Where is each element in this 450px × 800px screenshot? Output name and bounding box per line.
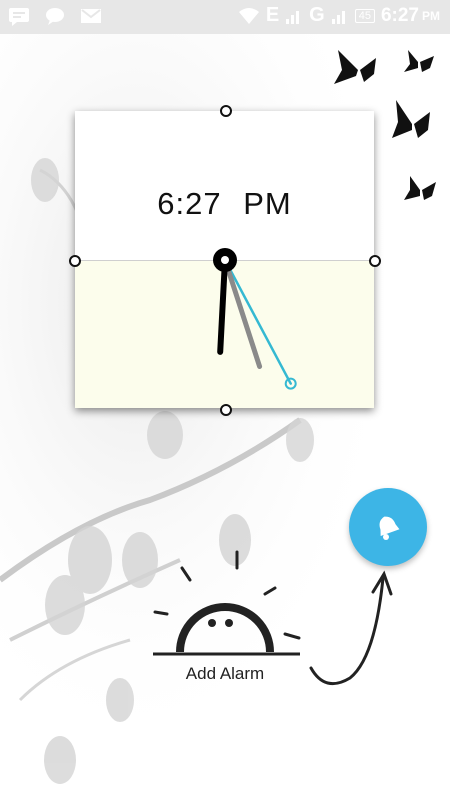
add-alarm-button[interactable] xyxy=(349,488,427,566)
status-time: 6:27 xyxy=(380,4,419,26)
chat-bubble-icon xyxy=(46,8,64,25)
bell-icon xyxy=(379,516,400,540)
butterfly-icon xyxy=(404,50,434,72)
butterfly-icon xyxy=(392,100,430,138)
system-status: E G 45 6:27 PM xyxy=(238,4,440,27)
notification-icons xyxy=(8,6,102,26)
signal-icon xyxy=(286,10,300,24)
clock-hands xyxy=(213,248,297,390)
add-alarm-label[interactable]: Add Alarm xyxy=(160,664,290,684)
network-type-g: G xyxy=(309,4,325,26)
sunrise-face-icon xyxy=(153,550,301,656)
network-type-e: E xyxy=(265,4,280,26)
butterfly-icon xyxy=(334,50,376,84)
status-ampm: PM xyxy=(422,8,440,23)
hour-hand xyxy=(217,257,228,355)
butterfly-icon xyxy=(404,176,436,200)
signal-icon xyxy=(331,10,345,24)
status-bar: E G 45 6:27 PM xyxy=(0,0,450,34)
wifi-icon xyxy=(238,7,259,24)
message-icon xyxy=(9,8,29,26)
gmail-icon xyxy=(81,9,101,23)
curved-arrow-icon xyxy=(309,570,393,686)
battery-icon: 45 xyxy=(354,8,375,23)
